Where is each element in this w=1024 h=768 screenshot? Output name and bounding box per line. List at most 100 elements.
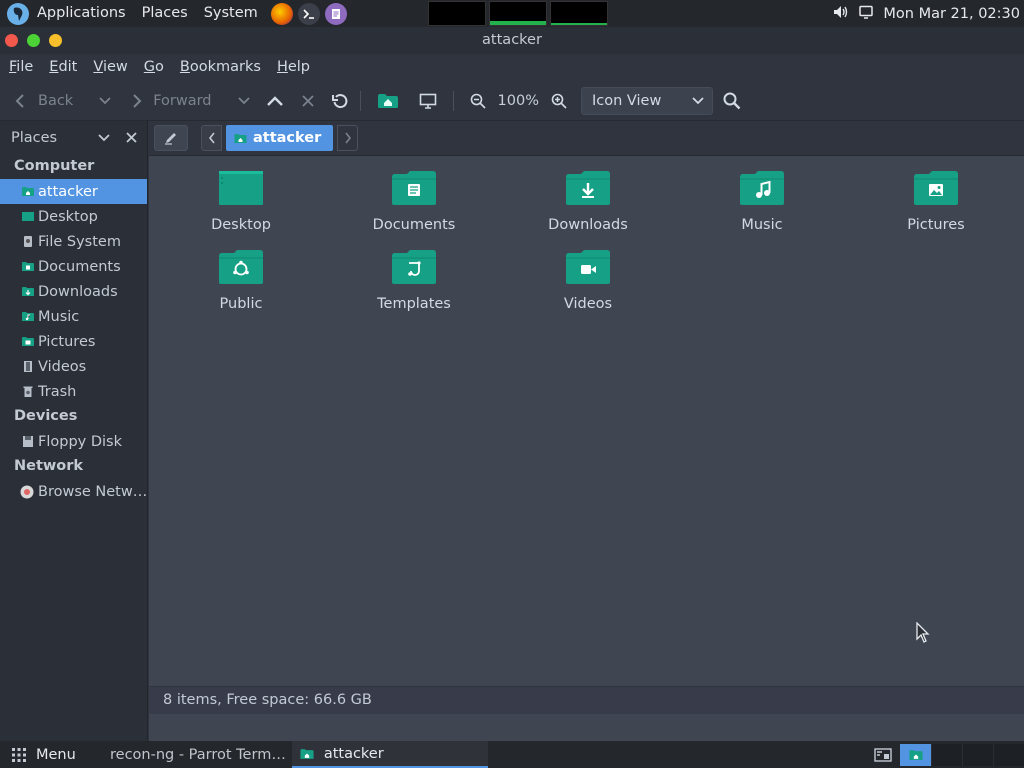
close-sidebar-icon[interactable] [126, 132, 137, 143]
path-scroll-left-button[interactable] [201, 125, 222, 151]
workspace-3[interactable] [962, 743, 993, 766]
desktop-folder-icon [219, 171, 263, 205]
forward-history-dropdown[interactable] [232, 86, 256, 116]
path-scroll-right-button[interactable] [337, 125, 359, 151]
system-menu[interactable]: System [196, 0, 266, 27]
downloads-folder-icon [566, 171, 610, 205]
sidebar-item-label: Videos [38, 358, 87, 375]
sidebar-item-label: Documents [38, 258, 121, 275]
zoom-level: 100% [497, 92, 539, 109]
sidebar-item-file-system[interactable]: File System [0, 229, 147, 254]
memory-monitor-graph [489, 1, 547, 26]
sidebar-item-label: attacker [38, 183, 98, 200]
go-menu[interactable]: Go [136, 54, 172, 81]
notification-icon[interactable] [859, 5, 874, 23]
view-mode-select[interactable]: Icon View [580, 86, 713, 115]
task-label: recon-ng - Parrot Term… [110, 746, 286, 763]
file-item-downloads[interactable]: Downloads [518, 171, 658, 233]
file-item-public[interactable]: Public [171, 250, 311, 312]
file-item-videos[interactable]: Videos [518, 250, 658, 312]
file-item-desktop[interactable]: Desktop [171, 171, 311, 233]
computer-button[interactable] [413, 86, 443, 116]
sidebar-item-music[interactable]: Music [0, 304, 147, 329]
workspace-1[interactable] [900, 743, 931, 766]
sidebar-item-label: Downloads [38, 283, 118, 300]
volume-icon[interactable] [833, 5, 849, 23]
parent-folder-button[interactable] [260, 86, 290, 116]
show-desktop-button[interactable] [870, 744, 896, 766]
maximize-window-button[interactable] [27, 34, 40, 47]
reload-button[interactable] [326, 86, 354, 116]
file-label: Desktop [211, 217, 271, 233]
help-menu[interactable]: Help [269, 54, 318, 81]
workspace-2[interactable] [931, 743, 962, 766]
forward-button[interactable]: Forward [125, 86, 217, 116]
file-item-documents[interactable]: Documents [344, 171, 484, 233]
sidebar-item-floppy-disk[interactable]: Floppy Disk [0, 429, 147, 454]
desktop-icon [22, 212, 34, 221]
places-sidebar: Places Computer attacker Desktop File Sy… [0, 121, 148, 741]
sidebar-item-label: Music [38, 308, 80, 325]
text-editor-launcher-icon[interactable] [324, 2, 347, 25]
file-menu[interactable]: File [1, 54, 41, 81]
close-window-button[interactable] [5, 34, 18, 47]
sidebar-item-label: Trash [38, 383, 77, 400]
search-button[interactable] [717, 86, 747, 116]
sidebar-item-pictures[interactable]: Pictures [0, 329, 147, 354]
toolbar-separator [359, 90, 361, 111]
sidebar-item-documents[interactable]: Documents [0, 254, 147, 279]
view-menu[interactable]: View [85, 54, 135, 81]
pictures-folder-icon [914, 171, 958, 205]
file-item-music[interactable]: Music [692, 171, 832, 233]
clock[interactable]: Mon Mar 21, 02:30 [883, 6, 1020, 22]
chevron-down-icon [692, 96, 704, 104]
sidebar-item-attacker[interactable]: attacker [0, 179, 147, 204]
task-label: attacker [323, 745, 384, 762]
sidebar-item-trash[interactable]: Trash [0, 379, 147, 404]
sidebar-item-downloads[interactable]: Downloads [0, 279, 147, 304]
folder-music-icon [22, 312, 34, 321]
task-recon-ng-terminal[interactable]: recon-ng - Parrot Term… [96, 741, 292, 768]
bookmarks-menu[interactable]: Bookmarks [172, 54, 269, 81]
sidebar-item-label: Pictures [38, 333, 96, 350]
public-folder-icon [219, 250, 263, 284]
file-label: Videos [563, 296, 613, 312]
window-titlebar[interactable]: attacker [0, 27, 1024, 54]
sidebar-item-videos[interactable]: Videos [0, 354, 147, 379]
menu-button[interactable]: Menu [0, 747, 88, 763]
file-item-pictures[interactable]: Pictures [866, 171, 1006, 233]
sidebar-item-browse-network[interactable]: Browse Netw… [0, 479, 147, 504]
sidebar-item-desktop[interactable]: Desktop [0, 204, 147, 229]
zoom-in-button[interactable] [545, 86, 573, 116]
file-item-templates[interactable]: Templates [344, 250, 484, 312]
firefox-launcher-icon[interactable] [270, 2, 293, 25]
window-title: attacker [482, 32, 542, 48]
breadcrumb-attacker[interactable]: attacker [226, 125, 334, 151]
workspace-4[interactable] [993, 743, 1024, 766]
applications-menu[interactable]: Applications [29, 0, 134, 27]
templates-folder-icon [392, 250, 436, 284]
file-view: attacker Desktop Documents Downloads Mus… [149, 121, 1024, 741]
home-folder-icon [22, 187, 34, 196]
chevron-down-icon[interactable] [98, 133, 110, 142]
sidebar-title[interactable]: Places [11, 130, 57, 146]
back-button[interactable]: Back [8, 86, 79, 116]
folder-downloads-icon [22, 287, 34, 296]
parrot-logo-icon[interactable] [7, 2, 29, 25]
back-history-dropdown[interactable] [93, 86, 117, 116]
task-attacker-file-manager[interactable]: attacker [291, 741, 488, 768]
edit-menu[interactable]: Edit [41, 54, 85, 81]
drive-icon [24, 236, 32, 247]
terminal-launcher-icon[interactable] [297, 2, 320, 25]
places-menu[interactable]: Places [134, 0, 196, 27]
stop-button[interactable] [296, 86, 320, 116]
network-icon [20, 485, 34, 498]
top-panel: Applications Places System Mon Mar 21, 0… [0, 0, 1024, 27]
zoom-out-button[interactable] [464, 86, 492, 116]
videos-folder-icon [566, 250, 610, 284]
chevron-left-icon [15, 93, 24, 108]
home-button[interactable] [371, 86, 405, 116]
zoom-out-icon [470, 93, 486, 109]
edit-location-button[interactable] [154, 125, 188, 151]
minimize-window-button[interactable] [49, 34, 62, 47]
